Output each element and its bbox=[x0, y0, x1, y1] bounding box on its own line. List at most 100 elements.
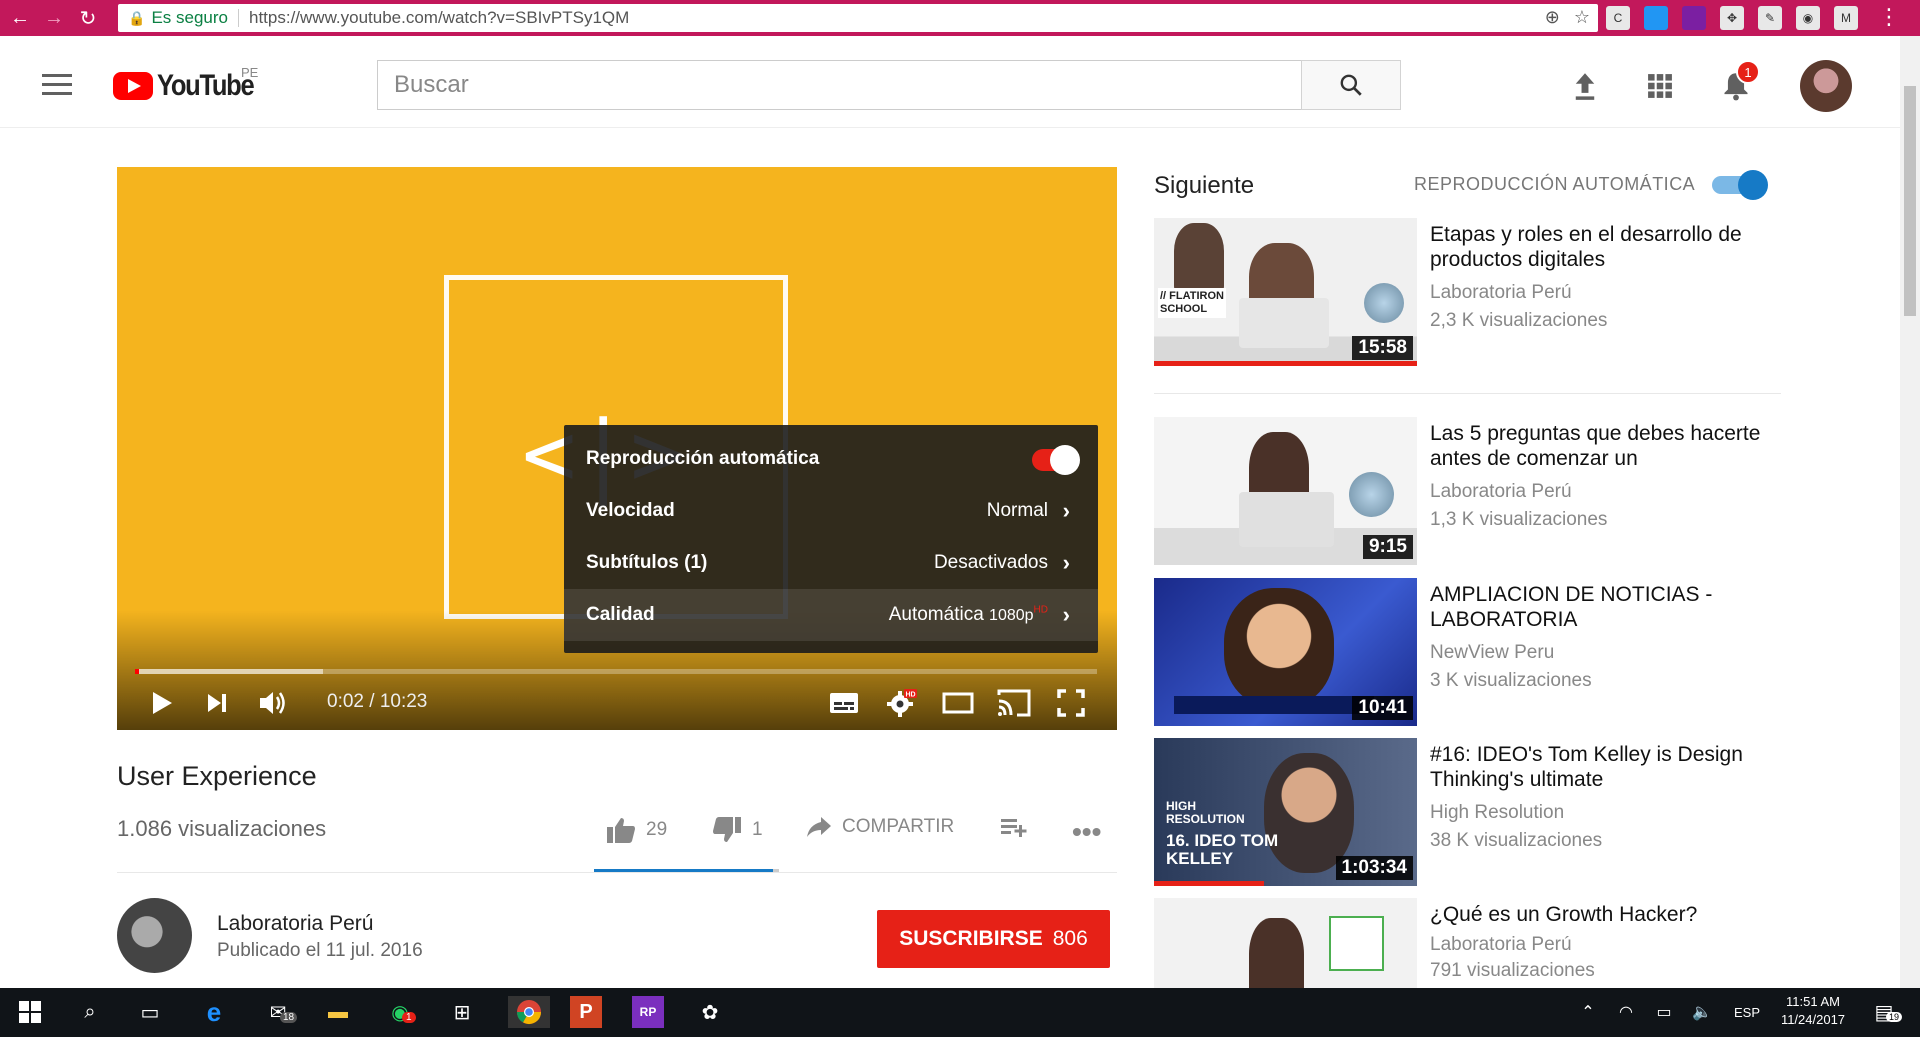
url-text[interactable]: https://www.youtube.com/watch?v=SBIvPTSy… bbox=[249, 8, 629, 28]
apps-button[interactable] bbox=[1640, 66, 1680, 106]
recommended-title[interactable]: Las 5 preguntas que debes hacerte antes … bbox=[1430, 421, 1770, 471]
bookmark-star-icon[interactable]: ☆ bbox=[1574, 7, 1590, 28]
speaker-icon[interactable]: 🔈 bbox=[1686, 996, 1718, 1028]
volume-button[interactable] bbox=[257, 685, 291, 721]
menu-speed[interactable]: Velocidad Normal › bbox=[564, 485, 1098, 537]
recommended-video[interactable]: 9:15 Las 5 preguntas que debes hacerte a… bbox=[1154, 417, 1784, 565]
dislike-button[interactable]: 1 bbox=[712, 816, 763, 844]
recommended-title[interactable]: #16: IDEO's Tom Kelley is Design Thinkin… bbox=[1430, 742, 1770, 792]
back-icon[interactable]: ← bbox=[6, 4, 34, 32]
recommended-title[interactable]: Etapas y roles en el desarrollo de produ… bbox=[1430, 222, 1770, 272]
video-player[interactable]: <|> 0:02 / 10:23 HD Reproducción automát… bbox=[117, 167, 1117, 730]
windows-start-icon[interactable] bbox=[14, 996, 46, 1028]
recommended-views: 2,3 K visualizaciones bbox=[1430, 310, 1608, 331]
cast-button[interactable] bbox=[996, 685, 1032, 721]
thumbnail-text: 16. IDEO TOM KELLEY bbox=[1166, 831, 1279, 868]
cast-icon bbox=[997, 689, 1031, 717]
chevron-up-icon[interactable]: ⌃ bbox=[1572, 996, 1604, 1028]
extension-m-icon[interactable]: M bbox=[1834, 6, 1858, 30]
extension-camera-icon[interactable]: ◉ bbox=[1796, 6, 1820, 30]
extension-c-icon[interactable]: C bbox=[1606, 6, 1630, 30]
menu-subtitles[interactable]: Subtítulos (1) Desactivados › bbox=[564, 537, 1098, 589]
share-button[interactable]: COMPARTIR bbox=[806, 816, 954, 838]
channel-avatar[interactable] bbox=[117, 898, 192, 973]
video-thumbnail[interactable]: 10:41 bbox=[1154, 578, 1417, 726]
address-bar[interactable]: 🔒 Es seguro https://www.youtube.com/watc… bbox=[118, 4, 1598, 32]
whatsapp-icon[interactable]: ◉ 1 bbox=[384, 996, 416, 1028]
store-icon[interactable]: ⊞ bbox=[446, 996, 478, 1028]
powerpoint-icon[interactable]: P bbox=[570, 996, 602, 1028]
extension-window-icon[interactable] bbox=[1644, 6, 1668, 30]
theater-icon bbox=[942, 692, 974, 714]
chrome-menu-icon[interactable]: ⋮ bbox=[1878, 6, 1900, 28]
reload-icon[interactable]: ↻ bbox=[74, 4, 102, 32]
more-actions-icon[interactable]: ••• bbox=[1072, 816, 1101, 848]
chrome-icon[interactable] bbox=[508, 996, 550, 1028]
settings-button[interactable]: HD bbox=[885, 685, 919, 721]
like-button[interactable]: 29 bbox=[606, 816, 667, 844]
action-center-icon[interactable]: ▤ 19 bbox=[1868, 996, 1903, 1028]
task-view-icon[interactable]: ▭ bbox=[134, 996, 166, 1028]
quality-resolution: 1080p bbox=[989, 607, 1034, 624]
fullscreen-icon bbox=[1057, 689, 1085, 717]
recommended-title[interactable]: AMPLIACION DE NOTICIAS - LABORATORIA bbox=[1430, 582, 1770, 632]
menu-autoplay[interactable]: Reproducción automática bbox=[564, 433, 1098, 485]
subtitles-button[interactable] bbox=[827, 685, 861, 721]
edge-icon[interactable]: e bbox=[198, 996, 230, 1028]
theater-mode-button[interactable] bbox=[941, 685, 975, 721]
upload-button[interactable] bbox=[1565, 66, 1605, 106]
extension-move-icon[interactable]: ✥ bbox=[1720, 6, 1744, 30]
battery-icon[interactable]: ▭ bbox=[1648, 996, 1680, 1028]
recommended-views: 3 K visualizaciones bbox=[1430, 670, 1592, 691]
file-explorer-icon[interactable]: ▬ bbox=[322, 996, 354, 1028]
recommended-video[interactable]: ¿Qué es un Growth Hacker? Laboratoria Pe… bbox=[1154, 898, 1784, 988]
watched-progress bbox=[1154, 361, 1417, 366]
paint-icon[interactable]: ✿ bbox=[694, 996, 726, 1028]
clock-date[interactable]: 11/24/2017 bbox=[1775, 1012, 1851, 1027]
menu-icon[interactable] bbox=[42, 74, 72, 101]
notifications-button[interactable]: 1 bbox=[1716, 60, 1760, 106]
autoplay-toggle[interactable] bbox=[1032, 445, 1080, 475]
search-input[interactable]: Buscar bbox=[377, 60, 1301, 110]
clock-time[interactable]: 11:51 AM bbox=[1775, 994, 1851, 1009]
recommended-title[interactable]: ¿Qué es un Growth Hacker? bbox=[1430, 902, 1770, 927]
logo-region: PE bbox=[241, 65, 259, 80]
mail-icon[interactable]: ✉ 18 bbox=[262, 996, 298, 1028]
progress-bar[interactable] bbox=[135, 669, 1097, 674]
play-button[interactable] bbox=[147, 685, 177, 721]
fullscreen-button[interactable] bbox=[1055, 685, 1087, 721]
youtube-logo[interactable]: YouTube PE bbox=[113, 65, 270, 103]
search-button[interactable] bbox=[1301, 60, 1401, 110]
extension-stripes-icon[interactable] bbox=[1682, 6, 1706, 30]
like-count: 29 bbox=[646, 819, 668, 840]
search-icon bbox=[1340, 74, 1362, 96]
subscribe-button[interactable]: SUSCRIBIRSE 806 bbox=[877, 910, 1110, 968]
video-thumbnail[interactable]: 9:15 bbox=[1154, 417, 1417, 565]
recommended-video[interactable]: HIGH RESOLUTION 16. IDEO TOM KELLEY 1:03… bbox=[1154, 738, 1784, 886]
forward-icon[interactable]: → bbox=[40, 4, 68, 32]
recommended-video[interactable]: // FLATIRON SCHOOL 15:58 Etapas y roles … bbox=[1154, 218, 1784, 366]
autoplay-toggle[interactable] bbox=[1712, 170, 1768, 200]
user-avatar[interactable] bbox=[1800, 60, 1852, 112]
globe-graphic bbox=[1364, 283, 1404, 323]
video-thumbnail[interactable]: HIGH RESOLUTION 16. IDEO TOM KELLEY 1:03… bbox=[1154, 738, 1417, 886]
rp-app-icon[interactable]: RP bbox=[632, 996, 664, 1028]
video-thumbnail[interactable] bbox=[1154, 898, 1417, 988]
wifi-icon[interactable]: ◠ bbox=[1610, 996, 1642, 1028]
scrollbar-thumb[interactable] bbox=[1904, 86, 1916, 316]
next-button[interactable] bbox=[202, 685, 232, 721]
search-icon[interactable]: ⌕ bbox=[74, 996, 106, 1028]
video-duration: 9:15 bbox=[1362, 535, 1413, 559]
add-to-playlist-button[interactable] bbox=[1000, 816, 1028, 838]
recommended-channel: Laboratoria Perú bbox=[1430, 934, 1572, 955]
language-indicator[interactable]: ESP bbox=[1734, 1005, 1760, 1020]
recommended-channel: NewView Peru bbox=[1430, 642, 1555, 663]
recommended-video[interactable]: 10:41 AMPLIACION DE NOTICIAS - LABORATOR… bbox=[1154, 578, 1784, 726]
video-thumbnail[interactable]: // FLATIRON SCHOOL 15:58 bbox=[1154, 218, 1417, 366]
extension-pen-icon[interactable]: ✎ bbox=[1758, 6, 1782, 30]
youtube-play-icon bbox=[113, 72, 153, 100]
channel-name[interactable]: Laboratoria Perú bbox=[217, 912, 373, 936]
page-scrollbar[interactable] bbox=[1900, 36, 1920, 988]
menu-quality[interactable]: Calidad Automática 1080pHD › bbox=[564, 589, 1098, 641]
zoom-icon[interactable]: ⊕ bbox=[1545, 7, 1560, 28]
